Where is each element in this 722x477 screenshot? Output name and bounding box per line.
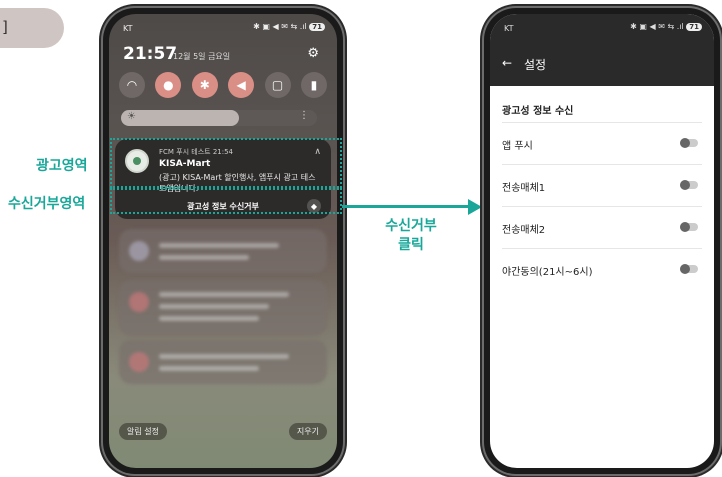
corner-tab: ]: [0, 8, 64, 48]
toggle-switch[interactable]: [680, 264, 698, 274]
blurred-avatar: [129, 241, 149, 261]
back-arrow-icon[interactable]: ←: [502, 56, 512, 70]
blurred-line: [159, 243, 279, 248]
blurred-line: [159, 354, 289, 359]
blurred-notification: [119, 340, 327, 384]
settings-title: 설정: [524, 58, 547, 72]
arrow-label-line1: 수신거부: [385, 218, 437, 234]
clear-all-button[interactable]: 지우기: [288, 423, 327, 440]
clock-date: 12월 5일 금요일: [173, 52, 231, 61]
blurred-avatar: [129, 352, 149, 372]
toggle-switch[interactable]: [680, 222, 698, 232]
arrow-shaft: [342, 205, 470, 208]
wifi-icon[interactable]: ◠: [119, 72, 145, 98]
corner-tab-label: ]: [2, 18, 8, 36]
toggle-switch[interactable]: [680, 180, 698, 190]
arrow-head: [468, 199, 482, 215]
blurred-notification: [119, 229, 327, 273]
section-heading: 광고성 정보 수신: [502, 106, 574, 117]
notification-settings-button[interactable]: 알림 설정: [119, 423, 167, 440]
app-bar: KT ✱ ▣ ◀ ✉ ⇆ .ıl 71 ← 설정: [490, 14, 714, 86]
setting-label: 앱 푸시: [502, 141, 533, 152]
setting-row-media-1[interactable]: 전송매체1: [502, 164, 702, 206]
status-icons: ✱ ▣ ◀ ✉ ⇆ .ıl 71: [630, 22, 702, 31]
ad-area-highlight: [110, 138, 342, 188]
location-icon[interactable]: ●: [155, 72, 182, 98]
brightness-fill: [121, 110, 239, 126]
sun-icon: ☀: [127, 111, 136, 122]
brightness-slider[interactable]: ☀ ⋮: [121, 110, 317, 126]
reject-area-label: 수신거부영역: [8, 196, 86, 212]
reject-area-highlight: [110, 188, 342, 214]
arrow-label-line2: 클릭: [398, 237, 424, 253]
setting-row-night-consent[interactable]: 야간동의(21시~6시): [502, 248, 702, 290]
blurred-line: [159, 316, 259, 321]
status-icons-text: ✱ ▣ ◀ ✉ ⇆ .ıl: [253, 22, 307, 31]
battery-icon: 71: [686, 23, 702, 31]
phone-notification-screen: KT ✱ ▣ ◀ ✉ ⇆ .ıl 71 21:57 12월 5일 금요일 ⚙ ◠…: [103, 8, 343, 474]
quick-settings-row: ◠ ● ✱ ◀ ▢ ▮: [119, 72, 327, 102]
notification-shade: KT ✱ ▣ ◀ ✉ ⇆ .ıl 71 21:57 12월 5일 금요일 ⚙ ◠…: [109, 14, 337, 468]
blurred-notification: [119, 280, 327, 336]
setting-row-app-push[interactable]: 앱 푸시: [502, 122, 702, 164]
battery-icon: 71: [309, 23, 325, 31]
clock-time: 21:57: [123, 44, 178, 64]
blurred-line: [159, 255, 249, 260]
gear-icon[interactable]: ⚙: [307, 46, 319, 61]
blurred-line: [159, 366, 259, 371]
ad-area-label: 광고영역: [36, 158, 88, 174]
setting-label: 야간동의(21시~6시): [502, 267, 593, 278]
bluetooth-icon[interactable]: ✱: [191, 72, 218, 98]
carrier-label: KT: [504, 24, 514, 33]
screen-icon[interactable]: ▢: [264, 72, 291, 98]
setting-label: 전송매체1: [502, 183, 546, 194]
flashlight-icon[interactable]: ▮: [300, 72, 327, 98]
arrow-label: 수신거부 클릭: [378, 217, 444, 255]
blurred-avatar: [129, 292, 149, 312]
phone-settings-screen: KT ✱ ▣ ◀ ✉ ⇆ .ıl 71 ← 설정 광고성 정보 수신 앱 푸시 …: [484, 8, 720, 474]
more-icon[interactable]: ⋮: [299, 110, 309, 121]
mute-icon[interactable]: ◀: [228, 72, 255, 98]
setting-row-media-2[interactable]: 전송매체2: [502, 206, 702, 248]
settings-screen: KT ✱ ▣ ◀ ✉ ⇆ .ıl 71 ← 설정 광고성 정보 수신 앱 푸시 …: [490, 14, 714, 468]
status-icons: ✱ ▣ ◀ ✉ ⇆ .ıl 71: [253, 22, 325, 31]
blurred-line: [159, 304, 269, 309]
blurred-line: [159, 292, 289, 297]
carrier-label: KT: [123, 24, 133, 33]
setting-label: 전송매체2: [502, 225, 546, 236]
toggle-switch[interactable]: [680, 138, 698, 148]
status-icons-text: ✱ ▣ ◀ ✉ ⇆ .ıl: [630, 22, 684, 31]
